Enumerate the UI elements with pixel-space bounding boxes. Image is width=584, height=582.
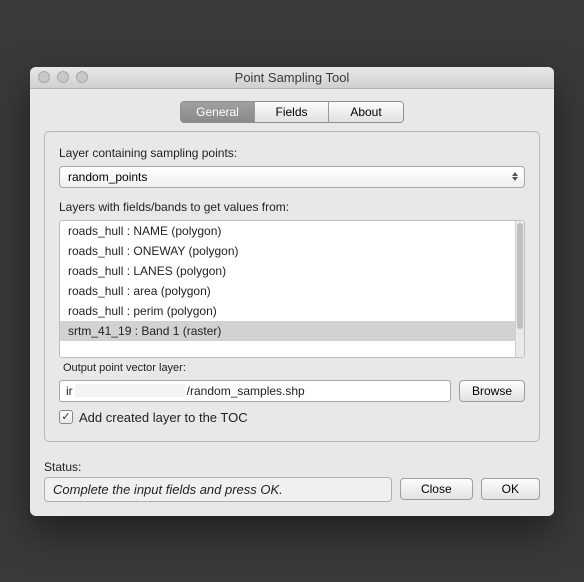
tab-general[interactable]: General	[181, 102, 255, 122]
tab-about[interactable]: About	[329, 102, 403, 122]
sampling-layer-label: Layer containing sampling points:	[59, 146, 525, 160]
list-item[interactable]: srtm_41_19 : Band 1 (raster)	[60, 321, 515, 341]
tabbar: General Fields About	[44, 101, 540, 123]
add-to-toc-row: ✓ Add created layer to the TOC	[59, 410, 525, 425]
dialog-window: Point Sampling Tool General Fields About…	[30, 67, 554, 516]
sources-list[interactable]: roads_hull : NAME (polygon) roads_hull :…	[59, 220, 525, 358]
footer: Status: Complete the input fields and pr…	[44, 460, 540, 502]
scrollbar[interactable]	[515, 221, 524, 357]
output-path-input[interactable]: ir /random_samples.shp	[59, 380, 451, 402]
list-item[interactable]: roads_hull : LANES (polygon)	[60, 261, 515, 281]
close-button[interactable]: Close	[400, 478, 473, 500]
list-item[interactable]: roads_hull : area (polygon)	[60, 281, 515, 301]
titlebar: Point Sampling Tool	[30, 67, 554, 89]
status-row: Complete the input fields and press OK. …	[44, 477, 540, 502]
ok-button[interactable]: OK	[481, 478, 540, 500]
output-suffix: /random_samples.shp	[187, 384, 305, 398]
list-item[interactable]: roads_hull : ONEWAY (polygon)	[60, 241, 515, 261]
status-label: Status:	[44, 460, 540, 474]
add-to-toc-checkbox[interactable]: ✓	[59, 410, 73, 424]
window-title: Point Sampling Tool	[30, 70, 554, 85]
chevron-updown-icon	[512, 172, 518, 181]
redacted-segment	[75, 384, 185, 397]
add-to-toc-label: Add created layer to the TOC	[79, 410, 248, 425]
tab-fields[interactable]: Fields	[255, 102, 329, 122]
minimize-icon[interactable]	[57, 71, 69, 83]
general-panel: Layer containing sampling points: random…	[44, 131, 540, 442]
status-text: Complete the input fields and press OK.	[44, 477, 392, 502]
browse-button[interactable]: Browse	[459, 380, 525, 402]
zoom-icon[interactable]	[76, 71, 88, 83]
output-prefix: ir	[66, 384, 73, 398]
list-item[interactable]: roads_hull : NAME (polygon)	[60, 221, 515, 241]
output-row: ir /random_samples.shp Browse	[59, 380, 525, 402]
output-label: Output point vector layer:	[63, 362, 525, 374]
sources-label: Layers with fields/bands to get values f…	[59, 200, 525, 214]
sampling-layer-select[interactable]: random_points	[59, 166, 525, 188]
scroll-thumb[interactable]	[517, 223, 523, 329]
sampling-layer-value: random_points	[68, 170, 147, 184]
list-item[interactable]: roads_hull : perim (polygon)	[60, 301, 515, 321]
close-icon[interactable]	[38, 71, 50, 83]
check-icon: ✓	[61, 412, 70, 423]
traffic-lights	[38, 71, 88, 83]
content: General Fields About Layer containing sa…	[30, 89, 554, 516]
tabs: General Fields About	[180, 101, 404, 123]
